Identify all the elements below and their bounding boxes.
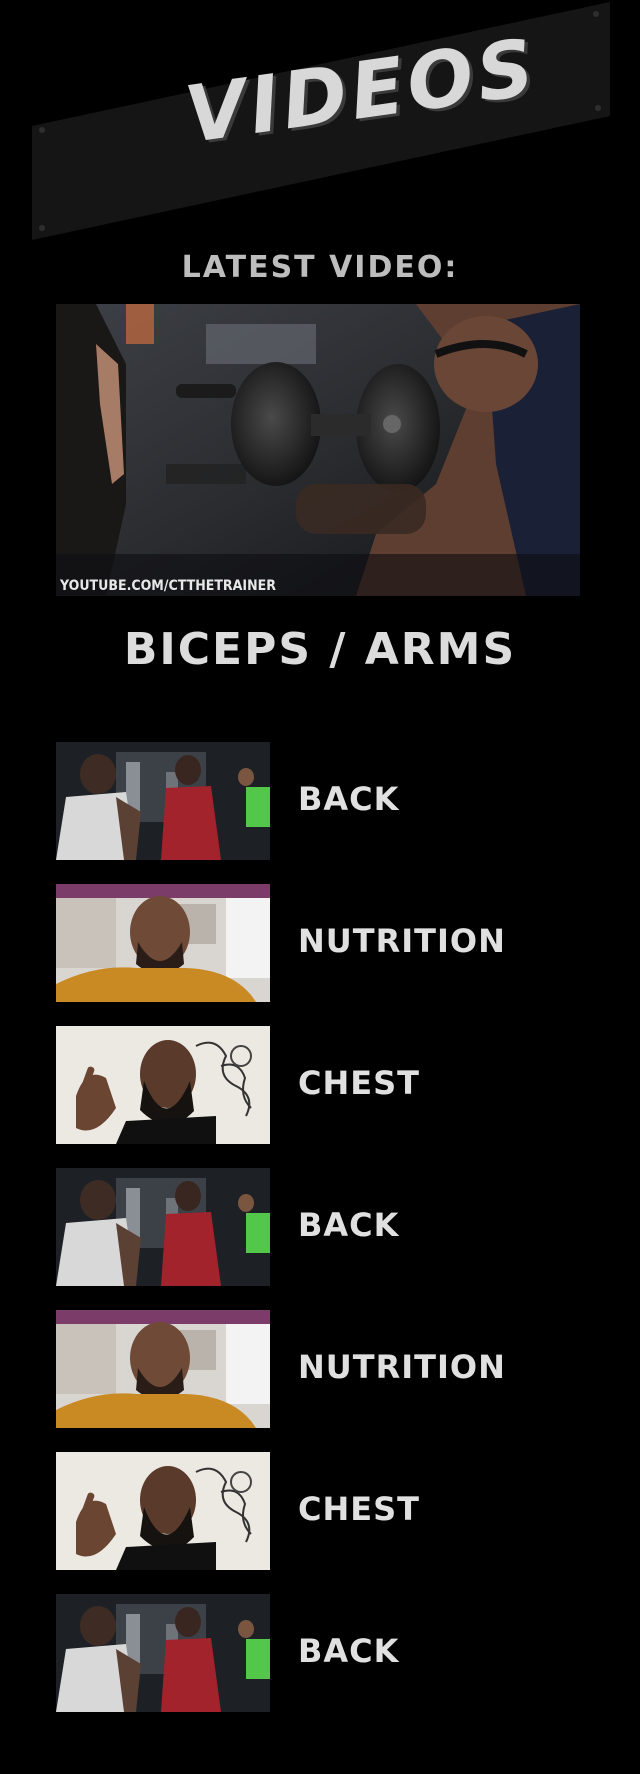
video-label[interactable]: CHEST <box>298 1490 420 1528</box>
video-label[interactable]: BACK <box>298 1632 399 1670</box>
video-item-chest[interactable]: CHEST <box>56 1452 616 1594</box>
latest-video-label: LATEST VIDEO: <box>181 250 459 285</box>
video-label[interactable]: BACK <box>298 780 399 818</box>
latest-video-title[interactable]: BICEPS / ARMS <box>0 624 640 675</box>
video-item-nutrition[interactable]: NUTRITION <box>56 884 616 1026</box>
back-thumbnail-image <box>56 1594 270 1712</box>
video-credit: YOUTUBE.COM/CTTHETRAINER <box>60 578 276 594</box>
video-thumbnail[interactable] <box>56 884 270 1002</box>
video-item-back[interactable]: BACK <box>56 742 616 884</box>
video-label[interactable]: CHEST <box>298 1064 420 1102</box>
video-label[interactable]: NUTRITION <box>298 1348 506 1386</box>
video-thumbnail[interactable] <box>56 1026 270 1144</box>
latest-video-player[interactable]: YOUTUBE.COM/CTTHETRAINER <box>56 304 580 596</box>
video-thumbnail[interactable] <box>56 1452 270 1570</box>
back-thumbnail-image <box>56 1168 270 1286</box>
video-label[interactable]: BACK <box>298 1206 399 1244</box>
video-item-back[interactable]: BACK <box>56 1594 616 1736</box>
nutrition-thumbnail-image <box>56 1310 270 1428</box>
chest-thumbnail-image <box>56 1452 270 1570</box>
video-item-nutrition[interactable]: NUTRITION <box>56 1310 616 1452</box>
video-list: BACK NUTRITION CHEST BACK NUTRITION CHES… <box>56 742 616 1736</box>
video-item-back[interactable]: BACK <box>56 1168 616 1310</box>
videos-banner: VIDEOS <box>0 0 640 250</box>
video-item-chest[interactable]: CHEST <box>56 1026 616 1168</box>
chest-thumbnail-image <box>56 1026 270 1144</box>
video-thumbnail[interactable] <box>56 1310 270 1428</box>
latest-video-thumbnail <box>56 304 580 596</box>
nutrition-thumbnail-image <box>56 884 270 1002</box>
video-thumbnail[interactable] <box>56 1594 270 1712</box>
video-thumbnail[interactable] <box>56 1168 270 1286</box>
video-thumbnail[interactable] <box>56 742 270 860</box>
back-thumbnail-image <box>56 742 270 860</box>
video-label[interactable]: NUTRITION <box>298 922 506 960</box>
